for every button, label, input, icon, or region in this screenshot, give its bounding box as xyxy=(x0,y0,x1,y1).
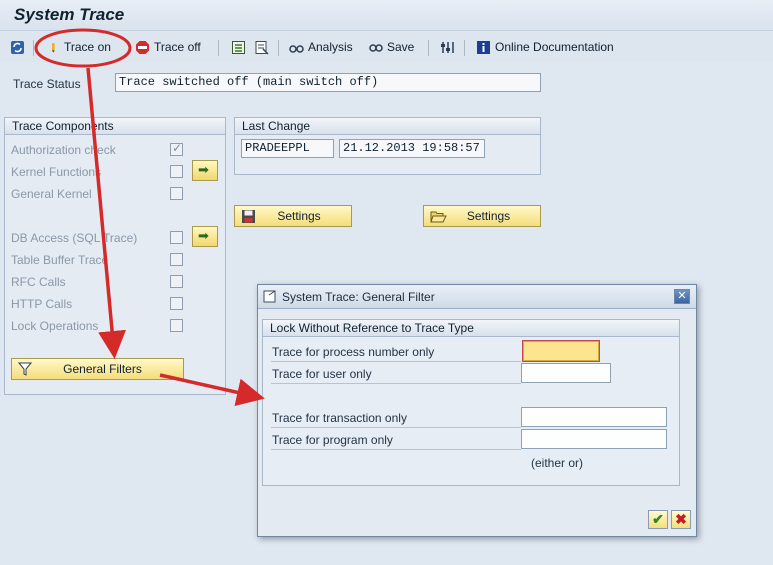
process-number-label: Trace for process number only xyxy=(272,345,435,359)
confirm-button[interactable]: ✔ xyxy=(648,510,668,529)
online-documentation-button[interactable]: Online Documentation xyxy=(476,38,614,56)
db-access-checkbox[interactable] xyxy=(170,231,183,244)
component-label: DB Access (SQL Trace) xyxy=(11,231,138,245)
db-access-details-button[interactable] xyxy=(192,226,218,247)
cancel-button[interactable]: ✖ xyxy=(671,510,691,529)
general-filter-dialog: System Trace: General Filter ✕ Lock With… xyxy=(257,284,697,537)
row-divider xyxy=(271,449,521,450)
last-change-user: PRADEEPPL xyxy=(241,139,334,158)
row-divider xyxy=(271,383,521,384)
tools-button[interactable] xyxy=(440,38,455,56)
user-input[interactable] xyxy=(521,363,611,383)
settings-load-label: Settings xyxy=(466,209,511,223)
kernel-functions-details-button[interactable] xyxy=(192,160,218,181)
window-icon xyxy=(263,290,276,303)
toolbar-separator xyxy=(428,40,429,56)
cross-icon: ✖ xyxy=(675,511,687,527)
application-toolbar: Trace on Trace off Analysis Save Online … xyxy=(0,32,773,62)
analysis-label: Analysis xyxy=(308,40,353,54)
transaction-input[interactable] xyxy=(521,407,667,427)
row-divider xyxy=(271,427,521,428)
trace-components-title: Trace Components xyxy=(5,118,225,135)
save-icon xyxy=(369,43,383,52)
pencil-icon xyxy=(52,42,55,52)
checkmark-icon: ✔ xyxy=(652,511,664,527)
component-label: Authorization check xyxy=(11,143,116,157)
toolbar-separator xyxy=(278,40,279,56)
trace-status-field: Trace switched off (main switch off) xyxy=(115,73,541,92)
dialog-title: System Trace: General Filter xyxy=(282,289,435,304)
component-label: RFC Calls xyxy=(11,275,66,289)
toolbar-separator xyxy=(218,40,219,56)
rfc-calls-checkbox[interactable] xyxy=(170,275,183,288)
trace-on-label: Trace on xyxy=(64,40,111,54)
tools-icon xyxy=(441,41,454,53)
save-button[interactable]: Save xyxy=(368,38,414,56)
page-title: System Trace xyxy=(14,5,125,24)
general-filters-button[interactable]: General Filters xyxy=(11,358,184,380)
component-label: HTTP Calls xyxy=(11,297,73,311)
table-buffer-checkbox[interactable] xyxy=(170,253,183,266)
authorization-check-checkbox[interactable] xyxy=(170,141,183,156)
online-documentation-label: Online Documentation xyxy=(495,40,614,54)
lock-filter-group: Lock Without Reference to Trace Type Tra… xyxy=(262,319,680,486)
component-label: Lock Operations xyxy=(11,319,99,333)
kernel-functions-checkbox[interactable] xyxy=(170,165,183,178)
row-divider xyxy=(271,361,521,362)
toolbar-separator xyxy=(464,40,465,56)
last-change-title: Last Change xyxy=(235,118,540,135)
trace-on-button[interactable]: Trace on xyxy=(50,38,111,56)
detail-button[interactable] xyxy=(254,38,269,56)
component-label: General Kernel xyxy=(11,187,92,201)
process-number-input[interactable] xyxy=(522,340,600,362)
settings-load-button[interactable]: Settings xyxy=(423,205,541,227)
program-input[interactable] xyxy=(521,429,667,449)
document-icon xyxy=(255,40,269,55)
analysis-button[interactable]: Analysis xyxy=(289,38,353,56)
stop-icon xyxy=(136,40,149,54)
component-label: Table Buffer Trace xyxy=(11,253,109,267)
program-label: Trace for program only xyxy=(272,433,393,447)
toolbar-separator xyxy=(33,40,34,56)
dialog-close-button[interactable]: ✕ xyxy=(674,289,690,304)
settings-save-label: Settings xyxy=(277,209,321,223)
refresh-icon xyxy=(11,40,24,54)
http-calls-checkbox[interactable] xyxy=(170,297,183,310)
save-label: Save xyxy=(387,40,415,54)
user-label: Trace for user only xyxy=(272,367,372,381)
dialog-header: System Trace: General Filter xyxy=(258,285,696,309)
lock-filter-group-title: Lock Without Reference to Trace Type xyxy=(263,320,679,337)
component-label: Kernel Functions xyxy=(11,165,102,179)
glasses-icon xyxy=(289,44,304,53)
info-icon xyxy=(477,40,490,54)
lock-operations-checkbox[interactable] xyxy=(170,319,183,332)
either-or-note: (either or) xyxy=(531,456,584,470)
refresh-button[interactable] xyxy=(10,38,25,56)
filter-icon xyxy=(18,362,32,376)
folder-open-icon xyxy=(430,211,447,222)
settings-save-button[interactable]: Settings xyxy=(234,205,352,227)
general-filters-label: General Filters xyxy=(63,362,142,376)
transaction-label: Trace for transaction only xyxy=(272,411,407,425)
list-button[interactable] xyxy=(231,38,246,56)
last-change-timestamp: 21.12.2013 19:58:57 xyxy=(339,139,485,158)
trace-off-label: Trace off xyxy=(154,40,201,54)
trace-off-button[interactable]: Trace off xyxy=(135,38,201,56)
trace-status-label: Trace Status xyxy=(13,77,81,91)
floppy-icon xyxy=(242,209,255,223)
general-kernel-checkbox[interactable] xyxy=(170,187,183,200)
list-icon xyxy=(232,40,245,54)
